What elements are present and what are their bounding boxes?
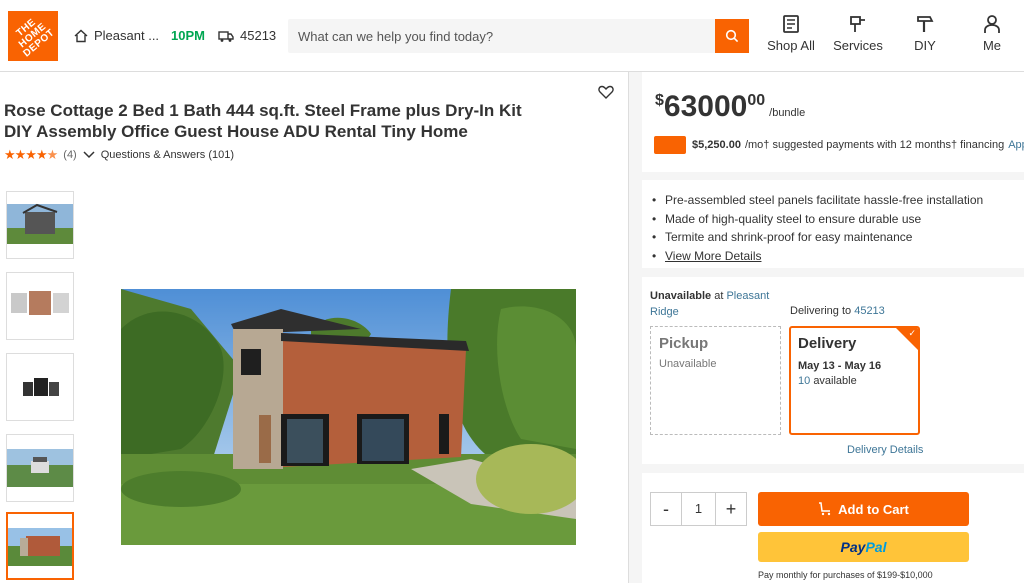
thumbnail-house-image xyxy=(7,203,73,244)
financing-text: /mo† suggested payments with 12 months† … xyxy=(744,139,1005,151)
delivery-availability: 10 available xyxy=(798,375,911,387)
delivery-available-text: available xyxy=(813,375,857,387)
user-icon xyxy=(984,15,1000,33)
main-product-image[interactable] xyxy=(121,289,576,545)
highlight-item: Pre-assembled steel panels facilitate ha… xyxy=(652,191,983,210)
store-link-line-2[interactable]: Ridge xyxy=(650,306,679,318)
thumbnail-panels-image xyxy=(11,291,69,315)
view-more-details-link[interactable]: View More Details xyxy=(652,247,983,266)
cottage-rendering xyxy=(121,289,576,545)
product-title: Rose Cottage 2 Bed 1 Bath 444 sq.ft. Ste… xyxy=(4,100,604,142)
delivery-option-selected[interactable]: ✓ Delivery May 13 - May 16 10 available xyxy=(789,326,920,435)
star-rating-icon: ★★★★ xyxy=(4,147,48,162)
truck-icon xyxy=(218,30,234,42)
pickup-option[interactable]: Pickup Unavailable xyxy=(650,326,781,435)
price-display: $6300000/bundle xyxy=(655,90,805,124)
add-to-cart-button[interactable]: Add to Cart xyxy=(758,492,969,526)
rating-row[interactable]: ★★★★ ★ (4) Questions & Answers (101) xyxy=(4,147,234,163)
delivery-zip-selector[interactable]: 45213 xyxy=(218,28,276,43)
heart-icon xyxy=(598,85,614,99)
thumbnail-3[interactable] xyxy=(6,353,74,421)
questions-answers-link[interactable]: Questions & Answers (101) xyxy=(101,149,234,161)
thumbnail-5-selected[interactable] xyxy=(6,512,74,580)
price-dollar-sign: $ xyxy=(655,92,664,109)
nav-services-label: Services xyxy=(833,38,883,53)
shop-all-icon xyxy=(783,15,799,33)
store-selector[interactable]: Pleasant ... 10PM xyxy=(74,28,205,43)
favorite-button[interactable] xyxy=(598,85,614,104)
thumbnail-cottage-image xyxy=(8,528,72,566)
home-depot-logo[interactable]: THE HOME DEPOT xyxy=(8,11,58,61)
cart-icon xyxy=(819,502,831,516)
search-input[interactable] xyxy=(288,19,708,53)
delivery-zip-link[interactable]: 45213 xyxy=(854,305,885,317)
store-home-icon xyxy=(74,29,88,42)
services-icon xyxy=(850,16,865,32)
product-title-line-2: DIY Assembly Office Guest House ADU Rent… xyxy=(4,122,468,141)
at-text: at xyxy=(714,290,724,302)
nav-services[interactable]: Services xyxy=(828,14,888,53)
delivery-details-link[interactable]: Delivery Details xyxy=(847,444,923,456)
financing-row: $5,250.00 /mo† suggested payments with 1… xyxy=(654,136,1024,154)
half-star-icon: ★ xyxy=(46,147,59,162)
quantity-decrease-button[interactable]: - xyxy=(651,499,681,520)
highlight-item: Made of high-quality steel to ensure dur… xyxy=(652,210,983,229)
purchase-card xyxy=(642,473,1024,583)
delivering-to-info: Delivering to 45213 xyxy=(790,305,885,317)
price-unit: /bundle xyxy=(769,107,806,119)
site-header: THE HOME DEPOT Pleasant ... 10PM 45213 S… xyxy=(0,0,1024,72)
delivery-qty: 10 xyxy=(798,375,811,387)
unavailable-label: Unavailable xyxy=(650,290,712,302)
delivery-title: Delivery xyxy=(798,335,857,352)
price-cents: 00 xyxy=(747,92,766,109)
delivering-to-label: Delivering to xyxy=(790,305,852,317)
paypal-button[interactable]: Pay Pal xyxy=(758,532,969,562)
zip-code: 45213 xyxy=(240,28,277,43)
nav-shop-all-label: Shop All xyxy=(767,38,815,53)
delivery-dates: May 13 - May 16 xyxy=(798,360,882,372)
add-to-cart-label: Add to Cart xyxy=(838,501,909,517)
pickup-title: Pickup xyxy=(659,335,709,352)
search-bar xyxy=(288,19,749,53)
store-name: Pleasant ... xyxy=(94,28,160,43)
nav-shop-all[interactable]: Shop All xyxy=(761,14,821,53)
pickup-store-info: Unavailable at Pleasant Ridge xyxy=(650,290,769,323)
nav-me-label: Me xyxy=(982,38,1002,53)
thumbnail-kit-image xyxy=(23,378,59,396)
thumbnail-aerial-image xyxy=(7,449,73,487)
store-link-line-1[interactable]: Pleasant xyxy=(726,290,769,302)
store-hours: 10PM xyxy=(171,28,206,43)
nav-diy-label: DIY xyxy=(914,38,936,53)
highlight-item: Termite and shrink-proof for easy mainte… xyxy=(652,228,983,247)
financing-apply-link[interactable]: Apply xyxy=(1008,139,1024,151)
logo-text: THE HOME DEPOT xyxy=(14,16,57,60)
thumbnail-2[interactable] xyxy=(6,272,74,340)
chevron-down-icon xyxy=(83,151,95,159)
product-highlights: Pre-assembled steel panels facilitate ha… xyxy=(652,191,983,265)
quantity-increase-button[interactable]: + xyxy=(716,499,746,520)
search-button[interactable] xyxy=(715,19,749,53)
quantity-stepper: - 1 + xyxy=(650,492,747,526)
thumbnail-4[interactable] xyxy=(6,434,74,502)
quantity-input[interactable]: 1 xyxy=(681,493,716,525)
thumbnail-1[interactable] xyxy=(6,191,74,259)
checkmark-icon: ✓ xyxy=(908,328,916,338)
credit-card-icon xyxy=(654,136,686,154)
product-title-line-1: Rose Cottage 2 Bed 1 Bath 444 sq.ft. Ste… xyxy=(4,101,522,120)
nav-me[interactable]: Me xyxy=(962,14,1022,53)
paypal-logo-pay: Pay xyxy=(840,539,866,555)
pickup-status: Unavailable xyxy=(659,358,717,370)
nav-diy[interactable]: DIY xyxy=(895,14,955,53)
search-icon xyxy=(725,29,739,43)
price-value: 63000 xyxy=(663,90,748,123)
paypal-logo-pal: Pal xyxy=(865,539,887,555)
pay-monthly-note: Pay monthly for purchases of $199-$10,00… xyxy=(758,570,933,580)
financing-amount: $5,250.00 xyxy=(692,139,741,151)
diy-hammer-icon xyxy=(917,16,934,32)
review-count: (4) xyxy=(63,149,77,161)
